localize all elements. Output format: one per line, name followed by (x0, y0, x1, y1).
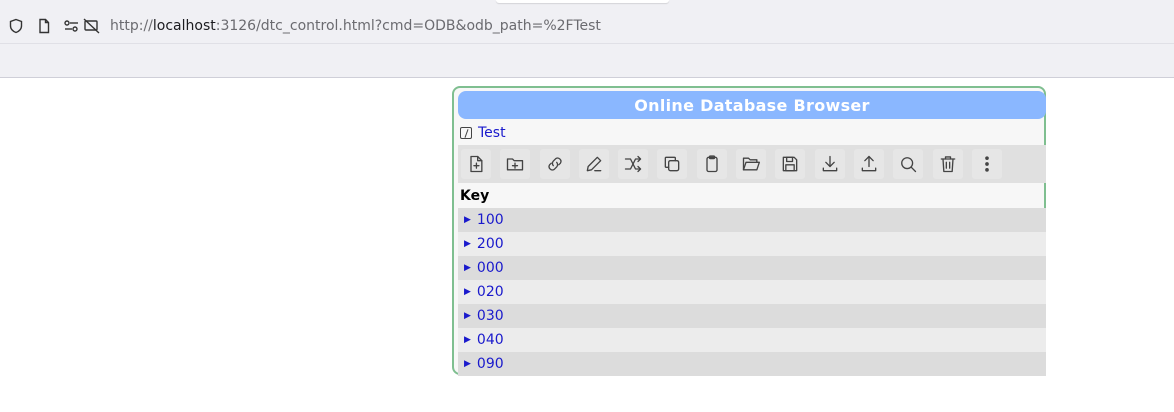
key-column-header: Key (460, 188, 490, 204)
expand-triangle-icon[interactable]: ▶ (464, 263, 471, 273)
save-icon (783, 156, 798, 172)
active-tab[interactable] (496, 0, 669, 3)
link-icon (548, 157, 562, 171)
key-label[interactable]: 030 (477, 308, 504, 324)
paste-button[interactable] (696, 149, 727, 179)
search-button[interactable] (893, 149, 924, 179)
copy-icon (665, 156, 680, 172)
bookmarks-toolbar (0, 44, 1174, 78)
shield-icon[interactable] (7, 17, 25, 35)
edit-icon (586, 156, 602, 172)
url-path: :3126/dtc_control.html?cmd=ODB&odb_path=… (215, 18, 601, 34)
key-list: ▶ 100 ▶ 200 ▶ 000 ▶ 020 ▶ 030 ▶ 040 ▶ 090 (458, 208, 1046, 376)
key-row[interactable]: ▶ 200 (458, 232, 1046, 256)
save-button[interactable] (775, 149, 806, 179)
copy-button[interactable] (657, 149, 688, 179)
delete-icon (940, 156, 955, 173)
expand-triangle-icon[interactable]: ▶ (464, 215, 471, 225)
expand-triangle-icon[interactable]: ▶ (464, 287, 471, 297)
delete-button[interactable] (932, 149, 963, 179)
link-button[interactable] (539, 149, 570, 179)
panel-title: Online Database Browser (458, 91, 1046, 119)
odb-toolbar (458, 145, 1046, 183)
permissions-icon[interactable] (63, 17, 81, 35)
key-label[interactable]: 000 (477, 260, 504, 276)
more-button[interactable] (971, 149, 1002, 179)
breadcrumb: Test (460, 123, 506, 143)
download-icon (822, 155, 838, 172)
key-label[interactable]: 020 (477, 284, 504, 300)
key-row[interactable]: ▶ 100 (458, 208, 1046, 232)
key-label[interactable]: 200 (477, 236, 504, 252)
key-row[interactable]: ▶ 020 (458, 280, 1046, 304)
key-label[interactable]: 100 (477, 212, 504, 228)
expand-triangle-icon[interactable]: ▶ (464, 359, 471, 369)
upload-icon (861, 155, 877, 172)
key-row[interactable]: ▶ 040 (458, 328, 1046, 352)
new-key-icon (470, 155, 483, 173)
new-key-button[interactable] (461, 149, 491, 179)
expand-triangle-icon[interactable]: ▶ (464, 311, 471, 321)
key-label[interactable]: 040 (477, 332, 504, 348)
key-label[interactable]: 090 (477, 356, 504, 372)
search-icon (901, 157, 917, 173)
url-text[interactable]: http://localhost:3126/dtc_control.html?c… (110, 18, 601, 34)
url-host: localhost (152, 18, 216, 34)
tracking-off-icon[interactable] (83, 17, 101, 35)
edit-button[interactable] (578, 149, 609, 179)
shuffle-button[interactable] (618, 149, 649, 179)
page-icon[interactable] (35, 17, 53, 35)
key-row[interactable]: ▶ 000 (458, 256, 1046, 280)
key-row[interactable]: ▶ 030 (458, 304, 1046, 328)
open-button[interactable] (736, 149, 767, 179)
odb-panel: Online Database Browser Test Key ▶ 100 ▶… (452, 86, 1046, 376)
expand-triangle-icon[interactable]: ▶ (464, 335, 471, 345)
root-path-icon[interactable] (460, 127, 472, 139)
clipboard-icon (706, 155, 718, 173)
more-icon (985, 156, 989, 172)
breadcrumb-link-test[interactable]: Test (478, 125, 506, 141)
upload-button[interactable] (853, 149, 884, 179)
new-folder-button[interactable] (500, 149, 531, 179)
key-row[interactable]: ▶ 090 (458, 352, 1046, 376)
open-folder-icon (742, 157, 761, 171)
shuffle-icon (625, 155, 642, 173)
new-folder-icon (507, 158, 524, 171)
url-bar[interactable]: http://localhost:3126/dtc_control.html?c… (0, 8, 1174, 44)
url-prefix: http:// (110, 18, 153, 34)
expand-triangle-icon[interactable]: ▶ (464, 239, 471, 249)
tab-strip (0, 0, 1174, 8)
download-button[interactable] (814, 149, 845, 179)
